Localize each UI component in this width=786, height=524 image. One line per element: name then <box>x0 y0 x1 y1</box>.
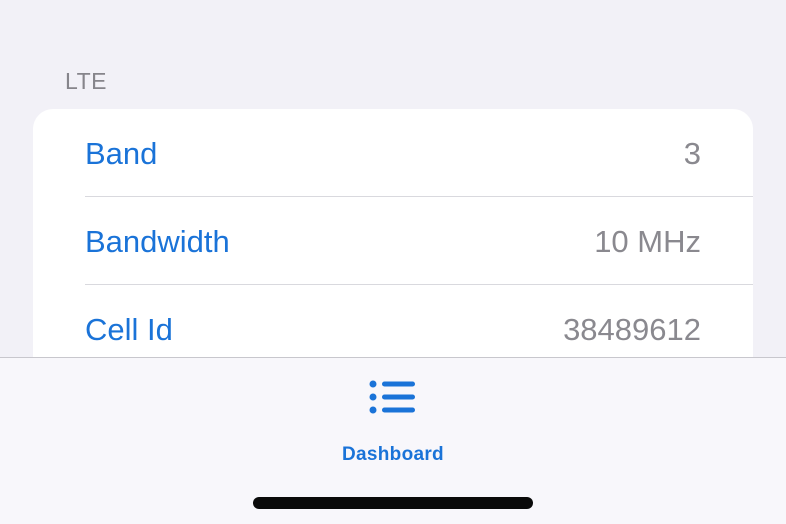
section-header-lte: LTE <box>65 68 107 94</box>
row-value: 10 MHz <box>594 224 701 259</box>
list-bullet-icon <box>369 380 415 414</box>
home-indicator[interactable] <box>253 497 533 509</box>
row-label: Band <box>85 136 158 171</box>
tab-dashboard[interactable]: Dashboard <box>333 372 453 465</box>
row-value: 3 <box>683 136 701 171</box>
list-item-bandwidth[interactable]: Bandwidth 10 MHz <box>33 197 753 285</box>
screen: LTE Band 3 Bandwidth 10 MHz Cell Id 3848… <box>0 0 786 524</box>
row-label: Bandwidth <box>85 224 230 259</box>
list-item-band[interactable]: Band 3 <box>33 109 753 197</box>
tab-label: Dashboard <box>342 444 444 465</box>
